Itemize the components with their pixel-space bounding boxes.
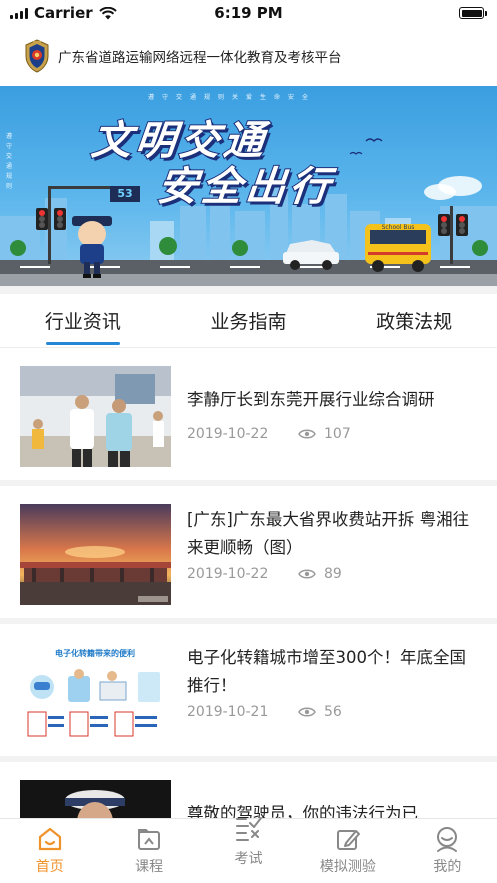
tabbar-mock-test[interactable]: 模拟测验 <box>298 819 397 883</box>
tab-label: 行业资讯 <box>44 311 121 333</box>
news-item[interactable]: [广东]广东最大省界收费站开拆 粤湘往来更顺畅（图） 2019-10-22 89 <box>0 486 497 624</box>
profile-icon <box>433 825 461 853</box>
tab-policy-regulations[interactable]: 政策法规 <box>331 294 497 347</box>
banner-vertical-text: 遵守交通规则 <box>6 133 13 190</box>
status-bar: Carrier 6:19 PM <box>0 0 497 28</box>
banner-headline-2: 安全出行 <box>154 163 337 211</box>
home-icon <box>36 825 64 853</box>
news-title: 电子化转籍城市增至300个！年底全国推行！ <box>187 648 466 695</box>
news-thumbnail <box>20 366 171 467</box>
eye-icon <box>298 706 316 718</box>
news-views: 107 <box>324 426 351 442</box>
exam-checklist-icon <box>232 811 266 845</box>
news-thumbnail <box>20 504 171 605</box>
news-date: 2019-10-22 <box>187 426 269 442</box>
tabbar-exam[interactable]: 考试 <box>199 817 298 883</box>
tabbar-label: 模拟测验 <box>319 859 376 875</box>
news-views: 56 <box>324 704 342 720</box>
banner-small-text: 遵守交通规则关爱生命安全 <box>148 94 317 101</box>
news-thumbnail <box>20 780 171 818</box>
tabbar-home[interactable]: 首页 <box>0 819 99 883</box>
news-title: [广东]广东最大省界收费站开拆 粤湘往来更顺畅（图） <box>187 510 470 557</box>
divider <box>0 286 497 294</box>
tab-industry-news[interactable]: 行业资讯 <box>0 294 166 347</box>
tab-active-indicator <box>45 342 120 345</box>
tabbar-label: 课程 <box>135 859 164 875</box>
app-title: 广东省道路运输网络远程一体化教育及考核平台 <box>58 50 342 66</box>
news-item[interactable]: 李静厅长到东莞开展行业综合调研 2019-10-22 107 <box>0 348 497 486</box>
news-meta: 2019-10-21 56 <box>187 704 342 720</box>
tab-label: 业务指南 <box>210 311 287 333</box>
tabbar-course[interactable]: 课程 <box>99 819 198 883</box>
edit-pen-icon <box>334 825 362 853</box>
battery-fill <box>461 9 482 17</box>
police-badge-icon <box>25 39 49 73</box>
category-tabs: 行业资讯 业务指南 政策法规 <box>0 294 497 348</box>
news-item[interactable]: 电子化转籍带来的便利 电子化转籍城市增至300个！年底全国推行！ 2019-10… <box>0 624 497 762</box>
tab-label: 政策法规 <box>376 311 453 333</box>
tab-business-guide[interactable]: 业务指南 <box>166 294 332 347</box>
svg-text:School Bus: School Bus <box>382 224 415 231</box>
status-time: 6:19 PM <box>214 4 283 22</box>
news-item[interactable]: 尊敬的驾驶员，你的违法行为已 <box>0 762 497 818</box>
app-header: 广东省道路运输网络远程一体化教育及考核平台 <box>0 28 497 84</box>
hero-banner[interactable]: School Bus 遵守交通规则关爱生命安全 遵守交通规则 53 文明交通 安… <box>0 86 497 286</box>
tabbar-profile[interactable]: 我的 <box>398 819 497 883</box>
news-thumbnail: 电子化转籍带来的便利 <box>20 642 171 743</box>
news-list: 李静厅长到东莞开展行业综合调研 2019-10-22 107 [广东]广东最大省… <box>0 348 497 818</box>
news-date: 2019-10-22 <box>187 566 269 582</box>
tabbar-label: 我的 <box>433 859 462 875</box>
news-title: 李静厅长到东莞开展行业综合调研 <box>187 390 435 409</box>
tabbar-label: 首页 <box>35 859 64 875</box>
tabbar-label: 考试 <box>234 851 263 867</box>
bottom-tab-bar: 首页 课程 考试 模拟测验 我的 <box>0 817 497 883</box>
course-folder-icon <box>135 825 163 853</box>
news-meta: 2019-10-22 89 <box>187 566 342 582</box>
eye-icon <box>298 568 316 580</box>
battery-icon <box>459 7 487 19</box>
eye-icon <box>298 428 316 440</box>
thumb-heading: 电子化转籍带来的便利 <box>55 648 135 658</box>
news-meta: 2019-10-22 107 <box>187 426 351 442</box>
news-views: 89 <box>324 566 342 582</box>
banner-speed-sign: 53 <box>110 186 140 202</box>
news-date: 2019-10-21 <box>187 704 269 720</box>
